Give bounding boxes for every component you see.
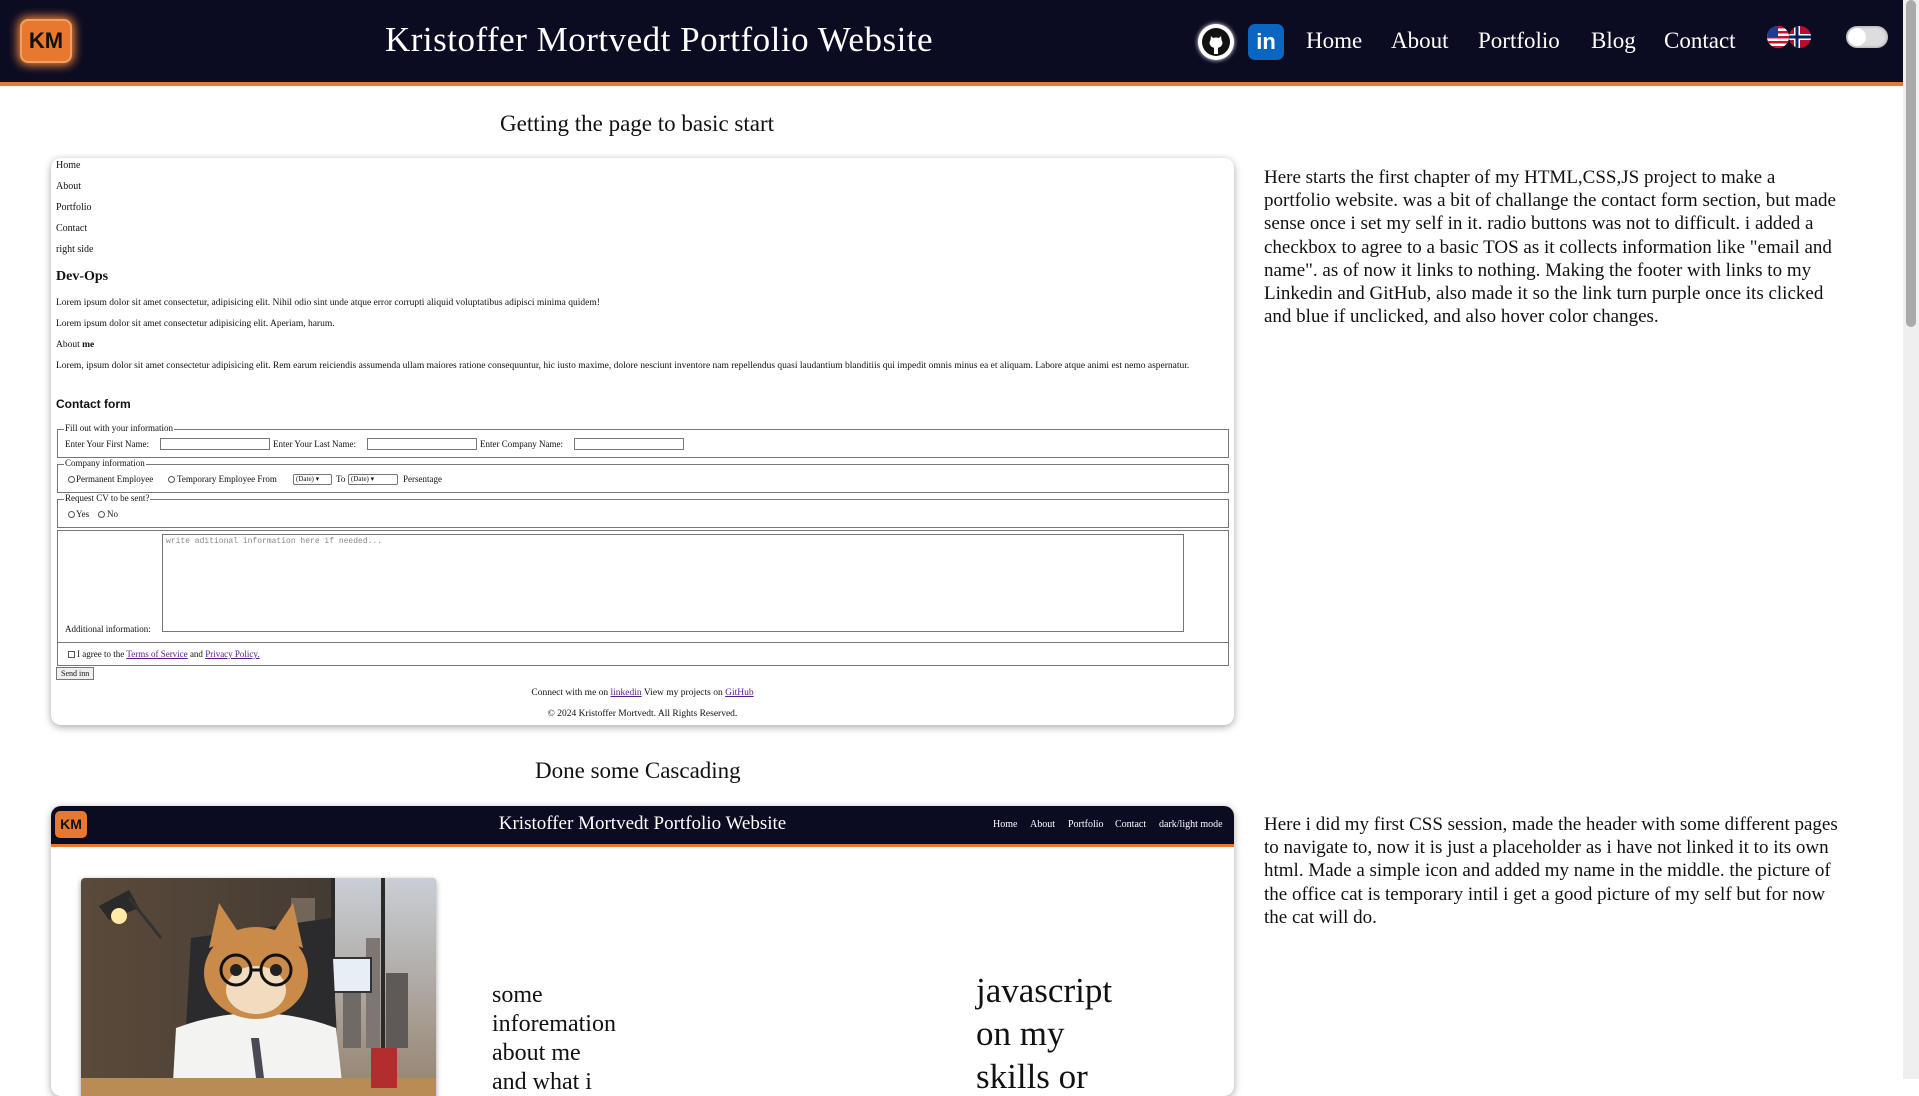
- site-header: KM Kristoffer Mortvedt Portfolio Website…: [0, 0, 1903, 86]
- toggle-knob: [1848, 28, 1866, 46]
- agree-text: I agree to the Terms of Service and Priv…: [77, 649, 260, 659]
- preview-link-home: Home: [56, 160, 81, 171]
- from-date-value: (Date): [296, 475, 314, 483]
- scrollbar[interactable]: [1903, 0, 1919, 1079]
- preview-title: Kristoffer Mortvedt Portfolio Website: [498, 813, 787, 834]
- nav-blog[interactable]: Blog: [1591, 28, 1636, 54]
- footer-pre-text: Connect with me on: [531, 688, 609, 698]
- preview-nav-portfolio: Portfolio: [1068, 819, 1104, 830]
- footer-github-link[interactable]: GitHub: [725, 688, 754, 698]
- preview-footer-links: Connect with me on linkedin View my proj…: [51, 688, 1234, 698]
- fieldset-company-info: Company information Permanent Employee T…: [57, 458, 1229, 493]
- section-title: Getting the page to basic start: [500, 111, 775, 136]
- permanent-radio[interactable]: [68, 476, 75, 483]
- preview-link-right-side: right side: [56, 244, 94, 255]
- office-cat-photo: [81, 878, 436, 1096]
- fieldset-legend: Request CV to be sent?: [64, 493, 151, 503]
- company-name-label: Enter Company Name:: [480, 439, 563, 449]
- fieldset-request-cv: Request CV to be sent? Yes No: [57, 493, 1229, 528]
- first-name-input[interactable]: [160, 438, 270, 450]
- footer-mid-text: View my projects on: [643, 688, 723, 698]
- nav-portfolio[interactable]: Portfolio: [1478, 28, 1560, 54]
- preview-footer-copyright: © 2024 Kristoffer Mortvedt. All Rights R…: [547, 709, 738, 719]
- preview-heading: Dev-Ops: [56, 269, 109, 284]
- cv-yes-radio[interactable]: [68, 511, 75, 518]
- privacy-link[interactable]: Privacy Policy.: [205, 649, 259, 659]
- additional-info-textarea[interactable]: write aditional information here if need…: [162, 534, 1184, 632]
- company-name-input[interactable]: [574, 438, 684, 450]
- fieldset-legend: Company information: [64, 458, 146, 468]
- section-description: Here i did my first CSS session, made th…: [1264, 814, 1838, 928]
- agree-checkbox[interactable]: [68, 651, 75, 658]
- preview-nav-contact: Contact: [1115, 819, 1147, 830]
- section-title: Done some Cascading: [535, 758, 741, 783]
- send-button[interactable]: Send inn: [56, 667, 95, 680]
- to-label: To: [336, 474, 346, 484]
- preview-nav-about: About: [1030, 819, 1055, 830]
- skills-line: javascript: [976, 971, 1113, 1010]
- nav-contact[interactable]: Contact: [1664, 28, 1736, 54]
- preview-link-contact: Contact: [56, 223, 88, 234]
- fieldset-agree: I agree to the Terms of Service and Priv…: [57, 642, 1229, 666]
- contact-form-heading: Contact form: [56, 397, 131, 411]
- nav-home[interactable]: Home: [1306, 28, 1362, 54]
- dark-light-toggle[interactable]: [1846, 26, 1888, 48]
- preview-link-about: About: [56, 181, 81, 192]
- preview-about-label: About me: [56, 340, 1204, 351]
- cv-yes-label: Yes: [76, 509, 90, 519]
- skills-text-block: javascript on my skills or: [976, 969, 1112, 1096]
- agree-and-text: and: [189, 649, 203, 659]
- about-line: about me: [492, 1040, 581, 1066]
- about-line: some: [492, 982, 543, 1008]
- about-text: About: [56, 340, 80, 350]
- about-line: inforemation: [492, 1011, 616, 1037]
- preview-header: KM Kristoffer Mortvedt Portfolio Website…: [51, 806, 1234, 847]
- github-icon[interactable]: [1198, 24, 1234, 60]
- last-name-label: Enter Your Last Name:: [273, 439, 356, 449]
- km-logo[interactable]: KM: [20, 19, 72, 63]
- preview-paragraph: Lorem ipsum dolor sit amet consectetur a…: [56, 319, 335, 329]
- temporary-label: Temporary Employee From: [177, 474, 277, 484]
- agree-pre-text: I agree to the: [77, 649, 125, 659]
- norway-flag-icon[interactable]: [1788, 25, 1812, 54]
- cv-no-radio[interactable]: [98, 511, 105, 518]
- linkedin-icon[interactable]: in: [1248, 24, 1284, 60]
- skills-line: skills or: [976, 1057, 1088, 1096]
- preview-card-cascading: KM Kristoffer Mortvedt Portfolio Website…: [51, 806, 1234, 1096]
- nav-about[interactable]: About: [1391, 28, 1449, 54]
- preview-link-portfolio: Portfolio: [56, 202, 92, 213]
- fieldset-additional-info: Additional information: write aditional …: [57, 530, 1229, 643]
- temporary-radio[interactable]: [168, 476, 175, 483]
- preview-nav-dark-light-mode: dark/light mode: [1159, 819, 1223, 830]
- footer-linkedin-link[interactable]: linkedin: [611, 688, 642, 698]
- preview-paragraph: Lorem, ipsum dolor sit amet consectetur …: [56, 361, 1190, 371]
- skills-line: on my: [976, 1014, 1065, 1053]
- cv-no-label: No: [107, 509, 118, 519]
- from-date-select[interactable]: (Date) ▾: [293, 474, 332, 485]
- preview-paragraph: Lorem ipsum dolor sit amet consectetur, …: [56, 298, 600, 308]
- fieldset-legend: Fill out with your information: [64, 423, 174, 433]
- percentage-label: Persentage: [403, 474, 442, 484]
- preview-card-basic: Home About Portfolio Contact right side …: [51, 158, 1234, 725]
- fieldset-personal-info: Fill out with your information Enter You…: [57, 423, 1229, 458]
- to-date-value: (Date): [351, 475, 369, 483]
- preview-nav-home: Home: [993, 819, 1018, 830]
- about-line: and what i: [492, 1069, 592, 1095]
- site-title: Kristoffer Mortvedt Portfolio Website: [385, 20, 934, 59]
- tos-link[interactable]: Terms of Service: [126, 649, 187, 659]
- about-bold-text: me: [82, 340, 95, 350]
- last-name-input[interactable]: [367, 438, 477, 450]
- to-date-select[interactable]: (Date) ▾: [348, 474, 398, 485]
- scrollbar-thumb[interactable]: [1906, 0, 1916, 327]
- additional-info-label: Additional information:: [65, 624, 151, 634]
- permanent-label: Permanent Employee: [76, 474, 154, 484]
- section-description: Here starts the first chapter of my HTML…: [1264, 167, 1836, 328]
- first-name-label: Enter Your First Name:: [65, 439, 149, 449]
